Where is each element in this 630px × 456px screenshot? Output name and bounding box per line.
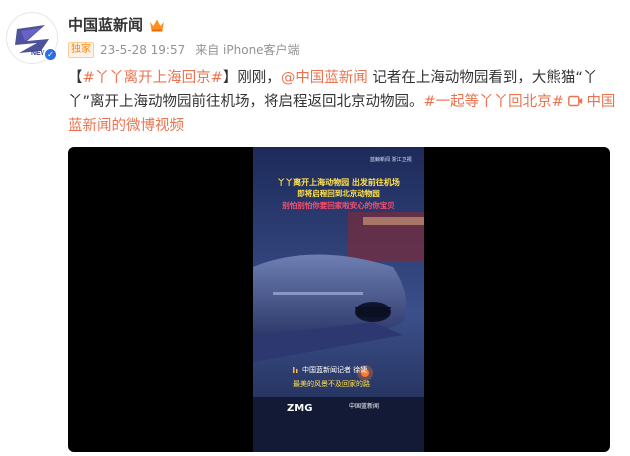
bracket-open: 【 — [68, 70, 83, 86]
exclusive-badge: 独家 — [68, 41, 94, 58]
post-source: 来自 iPhone客户端 — [195, 43, 300, 57]
video-caption: 即将启程回到北京动物园 — [297, 189, 380, 198]
bracket-close: 】 — [222, 70, 238, 86]
mention-link[interactable]: @中国蓝新闻 — [281, 70, 368, 86]
subtitle-bar-icon — [293, 367, 298, 373]
video-subtitle: 最美的风景不及回家的路 — [293, 380, 370, 388]
video-watermark: 蓝鲸新闻 浙江卫视 — [370, 157, 412, 163]
topic-link[interactable]: #丫丫离开上海回京# — [83, 70, 223, 86]
video-frame[interactable]: 丫丫离开上海动物园 出发前往机场 即将启程回到北京动物园 别怕别怕你要回家啦安心… — [253, 147, 424, 452]
post-meta: 独家 23-5-28 19:57 来自 iPhone客户端 — [68, 41, 300, 58]
video-subtitle: 中国蓝新闻记者 徐婕 — [293, 365, 367, 375]
post-text-part: 刚刚， — [237, 70, 281, 86]
post-timestamp[interactable]: 23-5-28 19:57 — [100, 43, 185, 57]
channel-logo: 中国蓝新闻 — [349, 403, 380, 410]
author-name[interactable]: 中国蓝新闻 — [68, 14, 143, 35]
post-text: 【#丫丫离开上海回京#】刚刚，@中国蓝新闻 记者在上海动物园看到，大熊猫“丫丫”… — [68, 66, 616, 138]
crown-icon[interactable] — [149, 18, 165, 32]
video-icon — [568, 95, 583, 107]
video-caption: 丫丫离开上海动物园 出发前往机场 — [277, 178, 400, 187]
reporter-subtitle: 中国蓝新闻记者 徐婕 — [302, 366, 368, 374]
hashtag-link[interactable]: #一起等丫丫回北京# — [424, 94, 564, 110]
author-avatar[interactable]: NEWS ✓ — [6, 12, 58, 64]
video-player[interactable]: 丫丫离开上海动物园 出发前往机场 即将启程回到北京动物园 别怕别怕你要回家啦安心… — [68, 147, 610, 452]
verified-badge-icon: ✓ — [43, 47, 58, 62]
zmg-logo: ZMG — [287, 403, 313, 414]
video-caption: 别怕别怕你要回家啦安心的你宝贝 — [282, 201, 395, 210]
